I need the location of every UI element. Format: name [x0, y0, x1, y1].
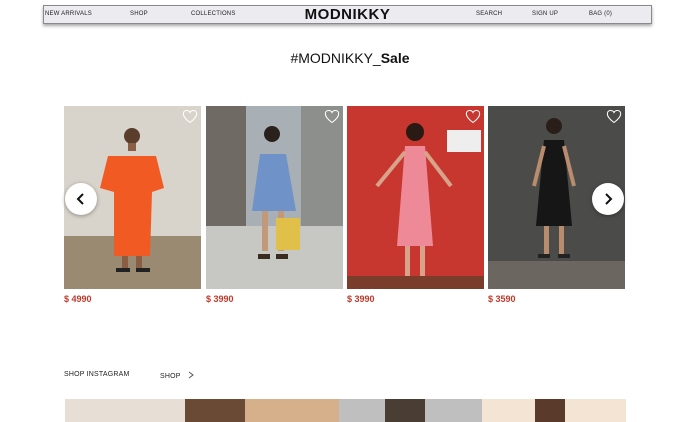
chevron-right-icon: [605, 193, 613, 205]
product-card[interactable]: $ 3990: [347, 106, 484, 304]
product-photo[interactable]: [347, 106, 484, 289]
carousel-prev-button[interactable]: [65, 183, 97, 215]
product-photo[interactable]: [206, 106, 343, 289]
brand-logo[interactable]: MODNIKKY: [44, 6, 651, 23]
heart-outline-icon[interactable]: [182, 109, 198, 124]
heart-outline-icon[interactable]: [465, 109, 481, 124]
product-price: $ 3990: [347, 294, 375, 304]
product-card[interactable]: $ 3990: [206, 106, 343, 304]
instagram-images[interactable]: [65, 399, 626, 422]
chevron-right-icon: [188, 371, 194, 379]
heart-outline-icon[interactable]: [324, 109, 340, 124]
product-price: $ 4990: [64, 294, 92, 304]
instagram-shop-link[interactable]: SHOP: [160, 371, 195, 380]
instagram-image-strip: [65, 399, 626, 422]
nav-search[interactable]: SEARCH: [476, 11, 502, 17]
carousel-next-button[interactable]: [592, 183, 624, 215]
nav-bag[interactable]: BAG (0): [589, 11, 612, 17]
sale-heading-emphasis: Sale: [380, 50, 410, 66]
product-price: $ 3590: [488, 294, 516, 304]
shop-instagram-label: SHOP INSTAGRAM: [64, 371, 130, 378]
chevron-left-icon: [76, 193, 84, 205]
sale-heading-prefix: #MODNIKKY_: [290, 50, 381, 66]
sale-heading: #MODNIKKY_Sale: [0, 50, 700, 66]
product-image-blue-dress: [206, 106, 343, 289]
top-navigation-bar: NEW ARRIVALS SHOP COLLECTIONS MODNIKKY S…: [43, 5, 652, 24]
heart-outline-icon[interactable]: [606, 109, 622, 124]
product-image-pink-dress: [347, 106, 484, 289]
product-price: $ 3990: [206, 294, 234, 304]
instagram-shop-link-label: SHOP: [160, 373, 181, 380]
nav-sign-up[interactable]: SIGN UP: [532, 11, 558, 17]
